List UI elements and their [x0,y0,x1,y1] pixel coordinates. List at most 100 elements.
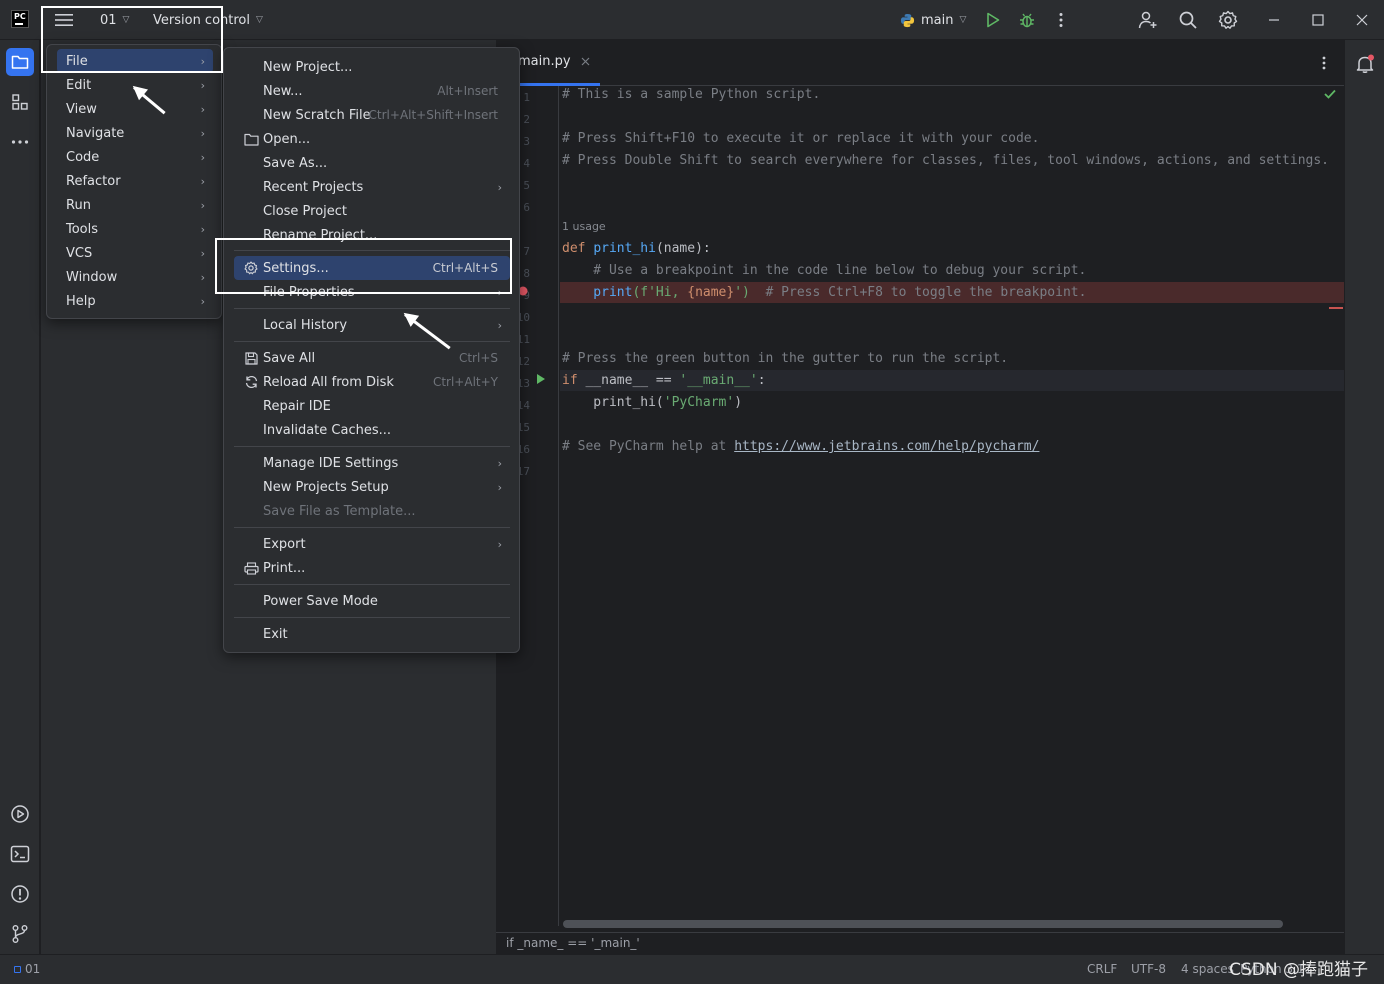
menu-item-new-scratch-file[interactable]: New Scratch File Ctrl+Alt+Shift+Insert [234,103,510,127]
chevron-right-icon: › [200,174,205,188]
menu-item-exit[interactable]: Exit [234,622,510,646]
chevron-right-icon: › [200,198,205,212]
git-tool-button[interactable] [6,920,34,948]
maximize-window-button[interactable] [1306,8,1330,32]
ide-settings-button[interactable] [1216,8,1240,32]
structure-icon [12,94,28,110]
run-config-selector[interactable]: main ▽ [900,0,966,40]
chevron-right-icon: › [200,294,205,308]
menu-item-local-history[interactable]: Local History › [234,313,510,337]
close-tab-icon[interactable] [581,57,590,66]
code-text: print [562,285,633,300]
search-everywhere-button[interactable] [1176,8,1200,32]
menu-item-run[interactable]: Run › [57,193,213,217]
error-stripe-mark[interactable] [1329,307,1343,309]
menu-separator [234,584,510,585]
line-separator-widget[interactable]: CRLF [1087,962,1117,976]
chevron-right-icon: › [200,222,205,236]
structure-tool-button[interactable] [6,88,34,116]
menu-item-window[interactable]: Window › [57,265,213,289]
code-string: '__main__' [679,373,758,388]
menu-separator [234,308,510,309]
menu-item-navigate[interactable]: Navigate › [57,121,213,145]
menu-item-reload-all-from-disk[interactable]: Reload All from Disk Ctrl+Alt+Y [234,370,510,394]
menu-item-help[interactable]: Help › [57,289,213,313]
notifications-button[interactable] [1351,50,1379,78]
menu-item-vcs[interactable]: VCS › [57,241,213,265]
menu-item-label: Reload All from Disk [263,374,394,390]
gutter-run-icon[interactable] [536,373,546,385]
menu-item-save-file-as-template: Save File as Template... [234,499,510,523]
editor-more-icon[interactable] [1322,56,1326,70]
problems-tool-button[interactable] [6,880,34,908]
run-button[interactable] [981,8,1005,32]
menu-item-invalidate-caches[interactable]: Invalidate Caches... [234,418,510,442]
services-tool-button[interactable] [6,800,34,828]
indent-widget[interactable]: 4 spaces [1181,962,1234,976]
horizontal-scrollbar[interactable] [563,920,1283,928]
menu-item-open[interactable]: Open... [234,127,510,151]
close-icon [1356,14,1368,26]
menu-item-new-projects-setup[interactable]: New Projects Setup › [234,475,510,499]
status-project[interactable]: 01 [14,962,40,976]
terminal-tool-button[interactable] [6,840,34,868]
branch-icon [12,925,28,943]
editor-tab-bar: main.py [496,40,1344,86]
menu-item-view[interactable]: View › [57,97,213,121]
maximize-icon [1312,14,1324,26]
menu-item-save-all[interactable]: Save All Ctrl+S [234,346,510,370]
chevron-right-icon: › [200,102,205,116]
chevron-right-icon: › [497,480,502,494]
code-with-me-button[interactable] [1136,8,1160,32]
warning-icon [11,885,29,903]
code-breadcrumb[interactable]: if _name_ == '_main_' [496,932,1344,954]
menu-item-close-project[interactable]: Close Project [234,199,510,223]
chevron-right-icon: › [497,537,502,551]
menu-item-tools[interactable]: Tools › [57,217,213,241]
menu-item-new[interactable]: New... Alt+Insert [234,79,510,103]
code-string: (f'Hi, [632,285,688,300]
chevron-down-icon: ▽ [959,15,967,25]
code-text: : [757,373,766,388]
menu-item-label: Save As... [263,155,328,171]
minimize-window-button[interactable] [1262,8,1286,32]
add-user-icon [1138,11,1157,29]
code-comment: # See PyCharm help at [562,439,735,454]
usage-hint[interactable]: 1 usage [562,220,606,233]
more-tools-button[interactable] [6,128,34,156]
code-comment: # Press Ctrl+F8 to toggle the breakpoint… [749,285,1087,300]
menu-item-label: Help [66,293,96,309]
editor-tab-main-py[interactable]: main.py [518,54,590,69]
menu-item-power-save-mode[interactable]: Power Save Mode [234,589,510,613]
shortcut-label: Alt+Insert [437,84,498,98]
debug-button[interactable] [1015,8,1039,32]
status-project-label: 01 [25,962,41,976]
menu-item-label: New... [263,83,303,99]
menu-item-refactor[interactable]: Refactor › [57,169,213,193]
run-config-label: main [921,12,954,28]
menu-item-label: Window [66,269,118,285]
menu-item-label: Refactor [66,173,121,189]
menu-item-save-as[interactable]: Save As... [234,151,510,175]
gear-icon [1218,10,1238,29]
watermark: CSDN @捧跑猫子 [1229,960,1368,980]
code-text: __name__ == [585,373,680,388]
menu-item-new-project[interactable]: New Project... [234,55,510,79]
project-tool-button[interactable] [6,48,34,76]
right-tool-strip [1344,40,1384,954]
menu-item-repair-ide[interactable]: Repair IDE [234,394,510,418]
menu-item-label: New Projects Setup [263,479,389,495]
more-actions-button[interactable] [1049,8,1073,32]
code-link[interactable]: https://www.jetbrains.com/help/pycharm/ [734,439,1039,454]
menu-item-label: Tools [66,221,99,237]
chevron-right-icon: › [200,246,205,260]
no-problems-check-icon[interactable] [1324,89,1336,99]
code-editor[interactable]: main.py 1 2 3 4 5 6 7 8 9 10 11 12 13 14… [496,40,1344,954]
menu-item-recent-projects[interactable]: Recent Projects › [234,175,510,199]
encoding-widget[interactable]: UTF-8 [1131,962,1166,976]
menu-item-manage-ide-settings[interactable]: Manage IDE Settings › [234,451,510,475]
menu-item-print[interactable]: Print... [234,556,510,580]
menu-item-export[interactable]: Export › [234,532,510,556]
menu-item-code[interactable]: Code › [57,145,213,169]
close-window-button[interactable] [1350,8,1374,32]
